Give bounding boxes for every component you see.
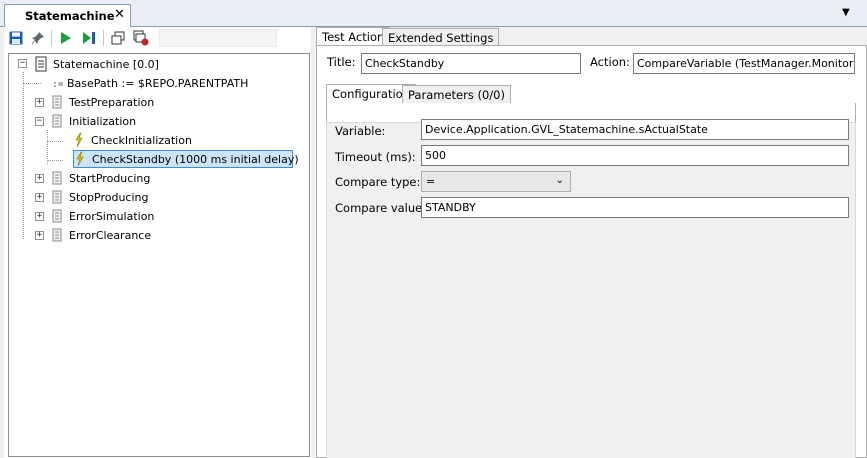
tree-node-label: BasePath := $REPO.PARENTPATH: [67, 76, 249, 90]
tree-node-label: TestPreparation: [69, 95, 155, 109]
script-icon: [33, 56, 49, 72]
statemachine-tree[interactable]: − Statemachine [0.0] := BasePath := $REP…: [8, 53, 310, 457]
sequence-icon: [49, 94, 65, 110]
tree-node-checkinitialization[interactable]: CheckInitialization: [71, 131, 192, 149]
variable-icon: :=: [51, 75, 64, 91]
tree-expand-toggle[interactable]: +: [35, 174, 44, 183]
tree-node-label: Initialization: [69, 114, 137, 128]
compare-value-label: Compare value:: [335, 201, 427, 215]
tree-node-label: StopProducing: [69, 190, 149, 204]
tab-extended-settings[interactable]: Extended Settings: [382, 28, 500, 45]
test-action-panel: Title: CheckStandby Action: CompareVaria…: [316, 45, 867, 458]
toolbar-blank-area: [159, 29, 277, 47]
tree-connector: [23, 72, 24, 239]
document-tabstrip: Statemachine ✕ ▼: [0, 0, 867, 27]
variable-label: Variable:: [335, 124, 386, 138]
sequence-icon: [49, 208, 65, 224]
chevron-down-icon: ⌄: [555, 175, 564, 186]
tree-collapse-toggle[interactable]: −: [18, 59, 27, 68]
sequence-icon: [49, 170, 65, 186]
svg-text::=: :=: [52, 79, 63, 90]
properties-pane: Test Action Extended Settings Title: Che…: [316, 27, 867, 458]
document-tab-label: Statemachine: [25, 9, 115, 23]
compare-type-select[interactable]: = ⌄: [421, 171, 571, 192]
action-field[interactable]: CompareVariable (TestManager.Monitoring): [633, 53, 855, 74]
step-icon[interactable]: [81, 30, 97, 46]
tree-toolbar: [4, 27, 311, 49]
tree-expand-toggle[interactable]: +: [35, 231, 44, 240]
action-icon: [71, 132, 87, 148]
compare-value-input[interactable]: STANDBY: [421, 197, 849, 218]
tree-expand-toggle[interactable]: +: [35, 212, 44, 221]
tree-node-label: Statemachine [0.0]: [53, 57, 159, 71]
timeout-label: Timeout (ms):: [335, 150, 416, 164]
tree-connector: [47, 160, 63, 161]
tree-node-label: ErrorClearance: [69, 228, 152, 242]
tree-node-label: CheckInitialization: [91, 133, 192, 147]
tab-test-action[interactable]: Test Action: [316, 27, 391, 46]
title-label: Title:: [327, 55, 356, 69]
variable-input[interactable]: Device.Application.GVL_Statemachine.sAct…: [421, 119, 849, 140]
action-icon: [72, 151, 88, 167]
sequence-icon: [49, 189, 65, 205]
copy-icon[interactable]: [110, 30, 126, 46]
close-icon[interactable]: ✕: [114, 7, 125, 22]
tree-node-initialization[interactable]: Initialization: [49, 112, 136, 130]
sequence-icon: [49, 113, 65, 129]
chevron-down-icon[interactable]: ▼: [842, 7, 850, 18]
tree-collapse-toggle[interactable]: −: [35, 117, 44, 126]
tree-node-label: CheckStandby (1000 ms initial delay): [92, 152, 299, 166]
record-icon[interactable]: [133, 30, 149, 46]
tree-node-statemachine[interactable]: Statemachine [0.0]: [33, 55, 159, 73]
tree-node-label: ErrorSimulation: [69, 209, 155, 223]
tree-node-stopproducing[interactable]: StopProducing: [49, 188, 148, 206]
tree-expand-toggle[interactable]: +: [35, 98, 44, 107]
configuration-panel: Variable: Device.Application.GVL_Statema…: [326, 119, 856, 458]
toolbar-separator: [103, 30, 104, 46]
toolbar-separator: [51, 30, 52, 46]
tree-node-basepath[interactable]: := BasePath := $REPO.PARENTPATH: [51, 74, 248, 92]
title-input[interactable]: CheckStandby: [361, 53, 581, 74]
tree-node-errorclearance[interactable]: ErrorClearance: [49, 226, 151, 244]
tree-node-label: StartProducing: [69, 171, 151, 185]
tree-connector: [47, 141, 63, 142]
tree-pane: − Statemachine [0.0] := BasePath := $REP…: [4, 27, 311, 458]
tree-expand-toggle[interactable]: +: [35, 193, 44, 202]
tree-node-startproducing[interactable]: StartProducing: [49, 169, 150, 187]
compare-type-label: Compare type:: [335, 175, 421, 189]
pin-icon[interactable]: [30, 30, 46, 46]
tab-parameters[interactable]: Parameters (0/0): [402, 85, 511, 103]
tree-node-checkstandby[interactable]: CheckStandby (1000 ms initial delay): [72, 150, 299, 168]
tree-node-errorsimulation[interactable]: ErrorSimulation: [49, 207, 154, 225]
tree-node-testpreparation[interactable]: TestPreparation: [49, 93, 154, 111]
tree-connector: [23, 83, 41, 84]
compare-type-value: =: [426, 175, 436, 188]
document-tab-statemachine[interactable]: Statemachine ✕: [4, 4, 131, 27]
action-label: Action:: [590, 55, 630, 69]
save-icon[interactable]: [8, 30, 24, 46]
sequence-icon: [49, 227, 65, 243]
play-icon[interactable]: [58, 30, 74, 46]
timeout-input[interactable]: 500: [421, 145, 849, 166]
